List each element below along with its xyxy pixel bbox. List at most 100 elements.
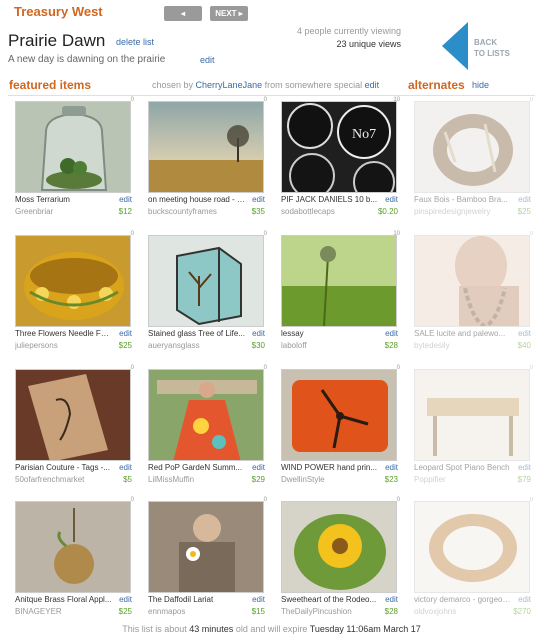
delete-list-link[interactable]: delete list (116, 37, 154, 47)
item-shop[interactable]: buckscountyframes (148, 207, 228, 216)
item-shop[interactable]: oldvoxjohns (414, 607, 494, 616)
footer-prefix: This list is about (122, 624, 187, 634)
item-edit-link[interactable]: edit (518, 195, 531, 204)
expiry-footer: This list is about 43 minutes old and wi… (0, 624, 543, 634)
item-title[interactable]: WIND POWER hand prin... (281, 463, 379, 472)
item-shop[interactable]: BINAGEYER (15, 607, 95, 616)
item-photo[interactable] (414, 101, 530, 193)
item-edit-link[interactable]: edit (119, 195, 132, 204)
curator-link[interactable]: CherryLaneJane (196, 80, 263, 90)
list-item[interactable]: 0 The Daffodil Lariat edit ennmapos $15 (145, 497, 267, 623)
item-photo[interactable] (281, 369, 397, 461)
item-title[interactable]: The Daffodil Lariat (148, 595, 246, 604)
item-edit-link[interactable]: edit (252, 195, 265, 204)
item-price: $5 (123, 475, 132, 484)
item-edit-link[interactable]: edit (119, 463, 132, 472)
item-shop[interactable]: 50ofarfrenchmarket (15, 475, 95, 484)
item-title[interactable]: lessay (281, 329, 379, 338)
item-photo[interactable] (414, 235, 530, 327)
list-item[interactable]: 0 Faux Bois - Bamboo Bra... edit pinspirede… (411, 97, 533, 223)
item-rank: 0 (529, 497, 533, 503)
item-photo[interactable] (15, 501, 131, 593)
item-edit-link[interactable]: edit (252, 329, 265, 338)
item-shop[interactable]: pinspiredesignjewelry (414, 207, 494, 216)
item-title[interactable]: Moss Terrarium (15, 195, 113, 204)
item-edit-link[interactable]: edit (252, 595, 265, 604)
item-title[interactable]: Leopard Spot Piano Bench (414, 463, 512, 472)
item-photo[interactable] (148, 369, 264, 461)
list-item[interactable]: 0 Moss Terrarium edit Greenbriar $12 (12, 97, 134, 223)
item-title[interactable]: PIF JACK DANIELS 10 b... (281, 195, 379, 204)
list-item[interactable]: 0 Red PoP GardeN Summ... edit LilMissMuffin… (145, 365, 267, 491)
item-edit-link[interactable]: edit (518, 463, 531, 472)
prev-button[interactable]: ◂ PREV (164, 6, 202, 33)
list-subtitle: A new day is dawning on the prairie (8, 54, 166, 65)
item-shop[interactable]: juliepersons (15, 341, 95, 350)
item-rank: 0 (130, 231, 134, 237)
item-title[interactable]: Parisian Couture - Tags -... (15, 463, 113, 472)
item-photo[interactable] (148, 235, 264, 327)
item-photo[interactable] (281, 235, 397, 327)
item-title[interactable]: Three Flowers Needle Fel... (15, 329, 113, 338)
list-item[interactable]: 0 victory demarco - gorgeous... edit oldvox… (411, 497, 533, 623)
item-shop[interactable]: ennmapos (148, 607, 228, 616)
hide-alternates-link[interactable]: hide (472, 80, 489, 90)
edit-description-link[interactable]: edit (200, 55, 215, 65)
item-photo[interactable] (15, 235, 131, 327)
item-edit-link[interactable]: edit (252, 463, 265, 472)
item-edit-link[interactable]: edit (385, 329, 398, 338)
list-item[interactable]: 0 Sweetheart of the Rodeo... edit TheDailyP… (278, 497, 400, 623)
next-button[interactable]: NEXT ▸ (210, 6, 248, 21)
item-photo[interactable] (281, 501, 397, 593)
item-edit-link[interactable]: edit (119, 329, 132, 338)
item-title[interactable]: on meeting house road - c... (148, 195, 246, 204)
list-title: Prairie Dawn (8, 31, 106, 50)
item-photo[interactable] (148, 501, 264, 593)
list-item[interactable]: 0 on meeting house road - c... edit bucksco… (145, 97, 267, 223)
item-shop[interactable]: Poppifier (414, 475, 494, 484)
item-price: $35 (251, 207, 265, 216)
list-item[interactable]: 0 Stained glass Tree of Life... edit auerya… (145, 231, 267, 357)
item-price: $270 (513, 607, 531, 616)
item-photo[interactable] (414, 369, 530, 461)
item-shop[interactable]: LilMissMuffin (148, 475, 228, 484)
item-photo[interactable] (148, 101, 264, 193)
item-rank: 0 (529, 365, 533, 371)
list-item[interactable]: 0 Leopard Spot Piano Bench edit Poppifier $7… (411, 365, 533, 491)
item-shop[interactable]: TheDailyPincushion (281, 607, 361, 616)
item-title[interactable]: Sweetheart of the Rodeo... (281, 595, 379, 604)
back-to-lists-button[interactable]: BACK TO LISTS (442, 22, 512, 72)
list-item[interactable]: 0 WIND POWER hand prin... edit DwellinStyle… (278, 365, 400, 491)
list-item[interactable]: 0 SALE lucite and palewo... edit bytedesily… (411, 231, 533, 357)
item-title[interactable]: Faux Bois - Bamboo Bra... (414, 195, 512, 204)
item-shop[interactable]: DwellinStyle (281, 475, 361, 484)
item-edit-link[interactable]: edit (518, 329, 531, 338)
item-shop[interactable]: aueryansglass (148, 341, 228, 350)
item-shop[interactable]: laboloff (281, 341, 361, 350)
item-edit-link[interactable]: edit (385, 595, 398, 604)
list-item[interactable]: 10 lessay edit laboloff $28 (278, 231, 400, 357)
item-price: $29 (251, 475, 265, 484)
list-item[interactable]: 10 No7 PIF JACK DANIELS 10 b... edit sodabot… (278, 97, 400, 223)
item-edit-link[interactable]: edit (385, 463, 398, 472)
item-edit-link[interactable]: edit (518, 595, 531, 604)
item-shop[interactable]: Greenbriar (15, 207, 95, 216)
item-title[interactable]: victory demarco - gorgeous... (414, 595, 512, 604)
item-edit-link[interactable]: edit (119, 595, 132, 604)
item-photo[interactable] (414, 501, 530, 593)
chosen-edit-link[interactable]: edit (365, 80, 380, 90)
brand-title[interactable]: Treasury West (14, 4, 103, 19)
item-photo[interactable] (15, 101, 131, 193)
list-item[interactable]: 0 Anitque Brass Floral Appl... edit BINAGEY… (12, 497, 134, 623)
item-edit-link[interactable]: edit (385, 195, 398, 204)
item-shop[interactable]: sodabottlecaps (281, 207, 361, 216)
item-title[interactable]: Stained glass Tree of Life... (148, 329, 246, 338)
item-title[interactable]: Red PoP GardeN Summ... (148, 463, 246, 472)
item-shop[interactable]: bytedesily (414, 341, 494, 350)
list-item[interactable]: 0 Three Flowers Needle Fel... edit julieper… (12, 231, 134, 357)
item-photo[interactable] (15, 369, 131, 461)
list-item[interactable]: 0 Parisian Couture - Tags -... edit 50ofarf… (12, 365, 134, 491)
item-title[interactable]: SALE lucite and palewo... (414, 329, 512, 338)
item-title[interactable]: Anitque Brass Floral Appl... (15, 595, 113, 604)
item-photo[interactable]: No7 (281, 101, 397, 193)
